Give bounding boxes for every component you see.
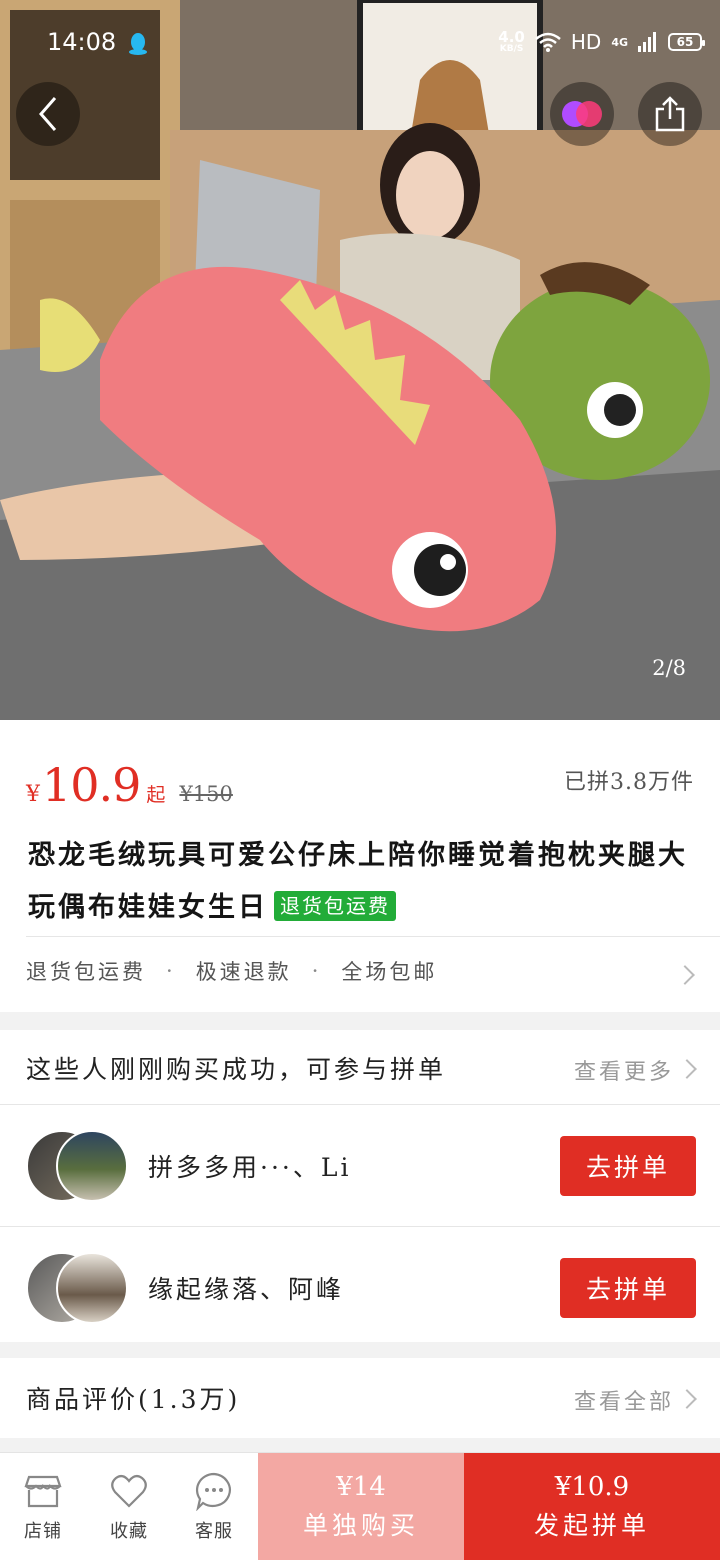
solo-label: 单独购买	[302, 1511, 419, 1540]
reviews-section[interactable]: 商品评价(1.3万) 查看全部	[0, 1358, 720, 1438]
product-image-carousel[interactable]: 14:08 4.0 KB/S HD 4G 65 2/8	[0, 0, 720, 720]
chevron-right-icon	[677, 1389, 697, 1409]
photo-counter: 2/8	[652, 656, 686, 680]
qq-notification-icon	[129, 33, 147, 55]
chat-icon	[195, 1472, 231, 1511]
service-guarantees[interactable]: 退货包运费 · 极速退款 · 全场包邮	[26, 956, 694, 986]
service-item: 极速退款	[195, 960, 292, 984]
customer-service-tab[interactable]: 客服	[174, 1471, 254, 1543]
view-all-reviews-link[interactable]: 查看全部	[574, 1384, 674, 1416]
chevron-left-icon	[39, 97, 57, 131]
network-type: 4G	[611, 35, 628, 49]
service-item: 全场包邮	[341, 960, 438, 984]
avatar-group	[26, 1130, 136, 1202]
network-speed: 4.0 KB/S	[498, 30, 525, 54]
battery-level: 65	[676, 35, 694, 49]
price: 10.9	[42, 758, 141, 812]
hd-indicator: HD	[570, 30, 602, 54]
status-time: 14:08	[47, 28, 117, 56]
product-title: 恐龙毛绒玩具可爱公仔床上陪你睡觉着抱枕夹腿大玩偶布娃娃女生日 退货包运费	[28, 830, 698, 934]
divider	[0, 1104, 720, 1105]
network-speed-unit: KB/S	[499, 44, 524, 54]
store-tab[interactable]: 店铺	[3, 1471, 83, 1543]
battery-icon: 65	[668, 33, 705, 51]
pinduoduo-logo-icon	[562, 101, 602, 127]
join-group-button[interactable]: 去拼单	[560, 1258, 696, 1318]
chevron-right-icon	[677, 1059, 697, 1079]
group-row: 缘起缘落、阿峰 去拼单	[0, 1228, 720, 1348]
status-bar: 14:08 4.0 KB/S HD 4G 65	[0, 0, 720, 90]
heart-icon	[111, 1474, 147, 1508]
group-price: ¥10.9	[554, 1472, 630, 1502]
favorite-tab[interactable]: 收藏	[89, 1471, 169, 1543]
price-row: ¥ 10.9 起 ¥150	[26, 758, 233, 812]
currency-symbol: ¥	[26, 782, 40, 807]
divider	[26, 936, 720, 937]
original-price: ¥150	[179, 782, 233, 806]
reviews-title: 商品评价(1.3万)	[26, 1385, 241, 1414]
favorite-label: 收藏	[110, 1521, 148, 1542]
start-group-buy-button[interactable]: ¥10.9 发起拼单	[464, 1453, 720, 1560]
group-buy-heading: 这些人刚刚购买成功，可参与拼单	[26, 1055, 447, 1084]
sold-count: 已拼3.8万件	[564, 770, 694, 795]
share-button[interactable]	[638, 82, 702, 146]
group-row: 拼多多用···、Li 去拼单	[0, 1106, 720, 1226]
service-item: 退货包运费	[26, 960, 146, 984]
return-shipping-tag: 退货包运费	[274, 891, 396, 921]
avatar	[56, 1252, 128, 1324]
avatar-group	[26, 1252, 136, 1324]
signal-icon	[638, 32, 656, 52]
product-info: ¥ 10.9 起 ¥150 已拼3.8万件 恐龙毛绒玩具可爱公仔床上陪你睡觉着抱…	[0, 720, 720, 1012]
network-speed-value: 4.0	[498, 28, 525, 46]
wifi-icon	[535, 32, 561, 52]
join-group-button[interactable]: 去拼单	[560, 1136, 696, 1196]
back-button[interactable]	[16, 82, 80, 146]
group-label: 发起拼单	[533, 1511, 650, 1540]
view-more-link[interactable]: 查看更多	[574, 1054, 674, 1086]
store-icon	[24, 1475, 62, 1508]
share-icon	[655, 96, 685, 132]
group-members: 拼多多用···、Li	[148, 1153, 352, 1182]
divider	[0, 1226, 720, 1227]
service-separator: ·	[166, 959, 176, 983]
price-suffix: 起	[146, 784, 166, 806]
group-members: 缘起缘落、阿峰	[148, 1275, 345, 1304]
customer-service-label: 客服	[195, 1521, 233, 1542]
group-buy-section: 这些人刚刚购买成功，可参与拼单 查看更多 拼多多用···、Li 去拼单 缘起缘落…	[0, 1030, 720, 1342]
pinduoduo-home-button[interactable]	[550, 82, 614, 146]
status-icons: 4.0 KB/S HD 4G 65	[498, 30, 705, 54]
buy-alone-button[interactable]: ¥14 单独购买	[258, 1453, 464, 1560]
avatar	[56, 1130, 128, 1202]
bottom-action-bar: 店铺 收藏 客服 ¥14 单独购买 ¥10.9 发起拼单	[0, 1452, 720, 1560]
service-separator: ·	[311, 959, 322, 983]
store-label: 店铺	[24, 1521, 62, 1542]
solo-price: ¥14	[336, 1472, 386, 1502]
